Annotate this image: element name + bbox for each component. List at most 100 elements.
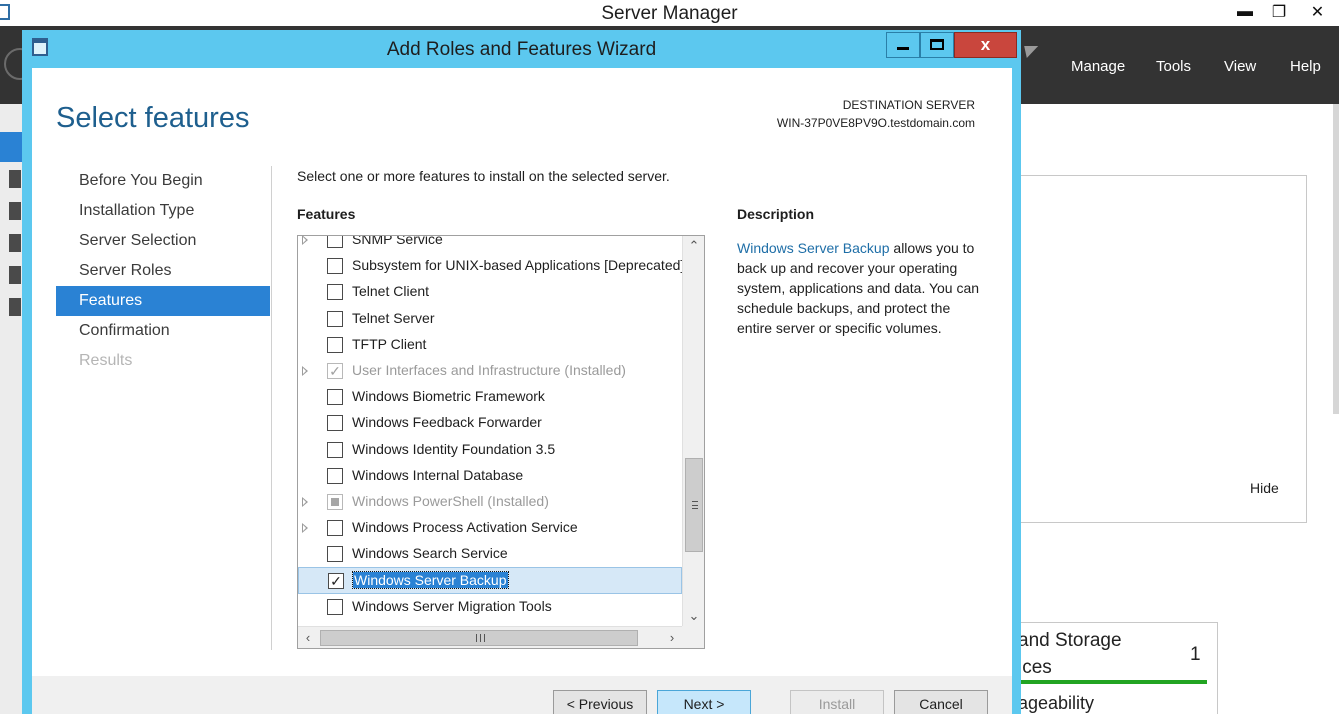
step-before-you-begin[interactable]: Before You Begin [56,166,270,196]
feature-label[interactable]: Windows Biometric Framework [352,388,545,404]
feature-checkbox[interactable] [327,258,343,275]
vertical-scroll-thumb[interactable] [685,458,703,552]
feature-row[interactable]: Windows Search Service [298,541,682,567]
step-server-selection[interactable]: Server Selection [56,226,270,256]
feature-label[interactable]: Windows Server Migration Tools [352,598,552,614]
cancel-button[interactable]: Cancel [894,690,988,714]
scroll-left-icon[interactable]: ‹ [298,627,318,648]
page-title: Select features [56,102,250,134]
expand-arrow-icon[interactable] [302,496,308,507]
expand-arrow-icon[interactable] [302,365,308,376]
feature-label[interactable]: Windows PowerShell (Installed) [352,493,549,509]
feature-row[interactable]: ✓ Windows Server Backup [298,567,682,594]
feature-checkbox[interactable] [327,467,343,484]
grip-icon [692,501,698,509]
feature-checkbox[interactable]: ✓ [328,573,344,590]
expand-arrow-icon[interactable] [302,236,308,245]
scroll-up-icon[interactable]: ⌃ [683,236,704,256]
feature-row[interactable]: Subsystem for UNIX-based Applications [D… [298,253,684,279]
steps-divider [271,166,272,650]
minimize-button[interactable]: ▬ [1228,0,1262,24]
restore-button[interactable]: ❐ [1262,0,1296,24]
feature-row[interactable]: Telnet Client [298,279,682,305]
feature-row[interactable]: Windows Identity Foundation 3.5 [298,437,682,463]
horizontal-scroll-thumb[interactable] [320,630,638,646]
horizontal-scrollbar[interactable]: ‹ › [298,626,682,648]
local-server-nav-icon[interactable] [9,170,21,188]
scroll-right-icon[interactable]: › [662,627,682,648]
feature-row[interactable]: Windows Server Migration Tools [298,594,682,620]
menu-help[interactable]: Help [1290,58,1321,75]
wizard-minimize-button[interactable] [886,32,920,58]
feature-label[interactable]: Windows Search Service [352,545,508,561]
menu-view[interactable]: View [1224,58,1256,75]
menu-manage[interactable]: Manage [1071,58,1125,75]
features-heading: Features [297,206,356,222]
feature-row[interactable]: Windows Internal Database [298,463,682,489]
feature-label[interactable]: User Interfaces and Infrastructure (Inst… [352,362,626,378]
all-servers-nav-icon[interactable] [9,202,21,220]
step-features[interactable]: Features [56,286,270,316]
next-button[interactable]: Next > [657,690,751,714]
feature-label[interactable]: Telnet Server [352,310,434,326]
feature-checkbox[interactable] [327,415,343,432]
step-installation-type[interactable]: Installation Type [56,196,270,226]
feature-checkbox[interactable] [327,389,343,406]
feature-label[interactable]: Windows Internal Database [352,467,523,483]
feature-label[interactable]: SNMP Service [352,236,443,247]
intro-text: Select one or more features to install o… [297,168,670,184]
scroll-down-icon[interactable]: ⌄ [683,606,704,626]
add-roles-wizard-window: Add Roles and Features Wizard x Select f… [22,30,1021,714]
menu-tools[interactable]: Tools [1156,58,1191,75]
iis-nav-icon[interactable] [9,266,21,284]
content-scrollbar[interactable] [1333,104,1339,414]
close-button[interactable]: ✕ [1296,0,1339,24]
feature-checkbox[interactable] [327,493,343,510]
minimize-icon [897,47,909,50]
feature-checkbox[interactable] [327,284,343,301]
features-tree[interactable]: SNMP Service Subsystem for UNIX-based App… [297,235,705,649]
description-feature-link[interactable]: Windows Server Backup [737,240,890,256]
dashboard-nav-icon[interactable] [0,132,23,162]
feature-checkbox[interactable] [327,441,343,458]
maximize-icon [930,39,944,50]
feature-checkbox[interactable] [327,236,343,248]
previous-button[interactable]: < Previous [553,690,647,714]
feature-row[interactable]: Windows PowerShell (Installed) [298,489,682,515]
feature-row[interactable]: TFTP Client [298,332,682,358]
wizard-body: Select features DESTINATION SERVER WIN-3… [32,68,1012,714]
feature-checkbox[interactable] [327,310,343,327]
feature-label[interactable]: Windows Feedback Forwarder [352,414,542,430]
destination-server-name: WIN-37P0VE8PV9O.testdomain.com [776,116,975,130]
expand-arrow-icon[interactable] [302,523,308,534]
install-button[interactable]: Install [790,690,884,714]
feature-checkbox[interactable]: ✓ [327,362,343,379]
feature-checkbox[interactable] [327,336,343,353]
server-manager-title: Server Manager [601,3,738,24]
feature-label[interactable]: Telnet Client [352,283,429,299]
step-confirmation[interactable]: Confirmation [56,316,270,346]
step-server-roles[interactable]: Server Roles [56,256,270,286]
feature-label[interactable]: Subsystem for UNIX-based Applications [D… [352,257,684,273]
feature-label[interactable]: TFTP Client [352,336,426,352]
vertical-scrollbar[interactable]: ⌃ ⌄ [682,236,704,626]
wizard-close-button[interactable]: x [954,32,1017,58]
feature-checkbox[interactable] [327,520,343,537]
feature-label[interactable]: Windows Process Activation Service [352,519,578,535]
feature-row[interactable]: Windows Process Activation Service [298,515,682,541]
feature-row[interactable]: Windows Biometric Framework [298,384,682,410]
feature-row[interactable]: ✓ User Interfaces and Infrastructure (Ins… [298,358,682,384]
feature-checkbox[interactable] [327,598,343,615]
feature-row[interactable]: Telnet Server [298,306,682,332]
file-services-nav-icon[interactable] [9,234,21,252]
feature-row[interactable]: SNMP Service [298,236,682,253]
feature-row[interactable]: Windows Feedback Forwarder [298,410,682,436]
wizard-title: Add Roles and Features Wizard [386,39,657,60]
role-tile-manageability[interactable]: ageability [1018,693,1094,714]
storage-nav-icon[interactable] [9,298,21,316]
hide-link[interactable]: Hide [1250,480,1279,496]
feature-label[interactable]: Windows Server Backup [352,571,509,590]
server-manager-nav [0,104,23,714]
feature-checkbox[interactable] [327,546,343,563]
feature-label[interactable]: Windows Identity Foundation 3.5 [352,441,555,457]
